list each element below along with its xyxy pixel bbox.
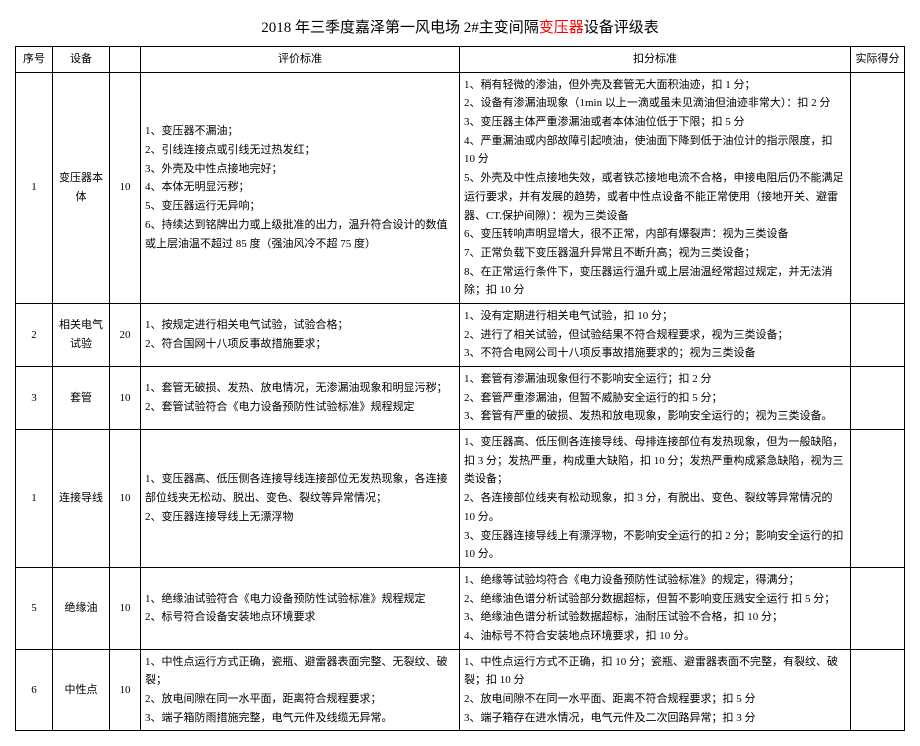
cell-deduction: 1、变压器高、低压侧各连接导线、母排连接部位有发热现象，但为一般缺陷，扣 3 分… [460, 430, 851, 568]
cell-standard: 1、绝缘油试验符合《电力设备预防性试验标准》规程规定2、标号符合设备安装地点环境… [141, 567, 460, 649]
table-row: 1连接导线101、变压器高、低压侧各连接导线连接部位无发热现象，各连接部位线夹无… [16, 430, 905, 568]
cell-deduction: 1、套管有渗漏油现象但行不影响安全运行；扣 2 分2、套管严重渗漏油，但暂不威胁… [460, 367, 851, 430]
cell-actual [851, 430, 905, 568]
col-actual: 实际得分 [851, 47, 905, 73]
cell-actual [851, 567, 905, 649]
cell-standard: 1、变压器高、低压侧各连接导线连接部位无发热现象，各连接部位线夹无松动、脱出、变… [141, 430, 460, 568]
header-row: 序号 设备 评价标准 扣分标准 实际得分 [16, 47, 905, 73]
table-row: 6中性点101、中性点运行方式正确，瓷瓶、避雷器表面完整、无裂纹、破裂；2、放电… [16, 649, 905, 731]
cell-score: 10 [110, 72, 141, 303]
cell-index: 6 [16, 649, 53, 731]
rating-table: 序号 设备 评价标准 扣分标准 实际得分 1变压器本体101、变压器不漏油；2、… [15, 46, 905, 731]
cell-index: 1 [16, 72, 53, 303]
cell-score: 20 [110, 303, 141, 366]
table-row: 5绝缘油101、绝缘油试验符合《电力设备预防性试验标准》规程规定2、标号符合设备… [16, 567, 905, 649]
page-title: 2018 年三季度嘉泽第一风电场 2#主变间隔变压器设备评级表 [15, 16, 905, 37]
cell-device: 相关电气试验 [53, 303, 110, 366]
col-index: 序号 [16, 47, 53, 73]
cell-index: 5 [16, 567, 53, 649]
cell-deduction: 1、稍有轻微的渗油，但外壳及套管无大面积油迹，扣 1 分；2、设备有渗漏油现象（… [460, 72, 851, 303]
col-score [110, 47, 141, 73]
cell-score: 10 [110, 649, 141, 731]
col-deduction: 扣分标准 [460, 47, 851, 73]
title-prefix: 2018 年三季度嘉泽第一风电场 2#主变间隔 [261, 20, 539, 36]
cell-device: 中性点 [53, 649, 110, 731]
cell-score: 10 [110, 430, 141, 568]
table-row: 1变压器本体101、变压器不漏油；2、引线连接点或引线无过热发红；3、外壳及中性… [16, 72, 905, 303]
cell-deduction: 1、绝缘等试验均符合《电力设备预防性试验标准》的规定，得满分；2、绝缘油色谱分析… [460, 567, 851, 649]
col-device: 设备 [53, 47, 110, 73]
cell-deduction: 1、没有定期进行相关电气试验，扣 10 分；2、进行了相关试验，但试验结果不符合… [460, 303, 851, 366]
cell-standard: 1、按规定进行相关电气试验，试验合格；2、符合国网十八项反事故措施要求； [141, 303, 460, 366]
cell-device: 绝缘油 [53, 567, 110, 649]
cell-index: 2 [16, 303, 53, 366]
table-row: 2相关电气试验201、按规定进行相关电气试验，试验合格；2、符合国网十八项反事故… [16, 303, 905, 366]
cell-device: 变压器本体 [53, 72, 110, 303]
cell-device: 连接导线 [53, 430, 110, 568]
cell-actual [851, 72, 905, 303]
title-suffix: 设备评级表 [584, 20, 659, 36]
cell-standard: 1、中性点运行方式正确，瓷瓶、避雷器表面完整、无裂纹、破裂；2、放电间隙在同一水… [141, 649, 460, 731]
cell-actual [851, 649, 905, 731]
table-row: 3套管101、套管无破损、发热、放电情况，无渗漏油现象和明显污秽；2、套管试验符… [16, 367, 905, 430]
cell-device: 套管 [53, 367, 110, 430]
cell-score: 10 [110, 567, 141, 649]
cell-actual [851, 367, 905, 430]
cell-score: 10 [110, 367, 141, 430]
cell-standard: 1、套管无破损、发热、放电情况，无渗漏油现象和明显污秽；2、套管试验符合《电力设… [141, 367, 460, 430]
cell-standard: 1、变压器不漏油；2、引线连接点或引线无过热发红；3、外壳及中性点接地完好；4、… [141, 72, 460, 303]
cell-index: 1 [16, 430, 53, 568]
cell-index: 3 [16, 367, 53, 430]
col-standard: 评价标准 [141, 47, 460, 73]
cell-actual [851, 303, 905, 366]
cell-deduction: 1、中性点运行方式不正确，扣 10 分；瓷瓶、避雷器表面不完整，有裂纹、破裂；扣… [460, 649, 851, 731]
title-highlight: 变压器 [539, 20, 584, 36]
